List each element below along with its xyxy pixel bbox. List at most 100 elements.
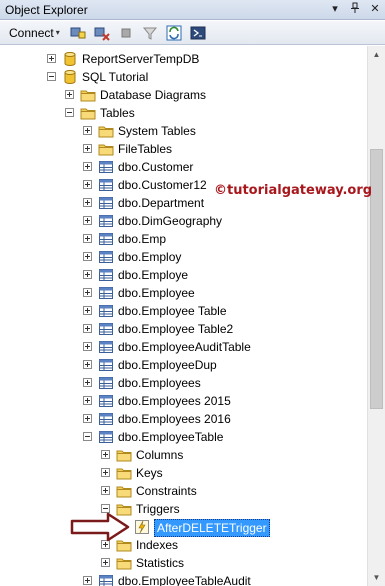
tree-node[interactable]: Statistics [0,554,366,572]
auto-hide-pin-icon[interactable] [349,2,361,16]
tree-node[interactable]: Columns [0,446,366,464]
expand-icon[interactable] [65,90,74,99]
tree-node-label[interactable]: SQL Tutorial [82,69,148,85]
tree-node[interactable]: dbo.Employees 2016 [0,410,366,428]
tree-node[interactable]: dbo.Emp [0,230,366,248]
collapse-icon[interactable] [47,72,56,81]
tree-node-label[interactable]: Statistics [136,555,184,571]
expand-icon[interactable] [83,126,92,135]
tree-node[interactable]: dbo.Customer [0,158,366,176]
tree-node-label[interactable]: dbo.Department [118,195,204,211]
tree-node-label[interactable]: Constraints [136,483,197,499]
tree-node[interactable]: dbo.Employee Table [0,302,366,320]
tree-node-label[interactable]: Database Diagrams [100,87,206,103]
expand-icon[interactable] [83,270,92,279]
tree-node[interactable]: dbo.EmployeeDup [0,356,366,374]
tree-node[interactable]: dbo.Employe [0,266,366,284]
tree-node[interactable]: dbo.Employees 2015 [0,392,366,410]
tree-node-label[interactable]: dbo.Employees 2016 [118,411,231,427]
tree-node[interactable]: System Tables [0,122,366,140]
expand-icon[interactable] [83,396,92,405]
expand-icon[interactable] [83,180,92,189]
close-icon[interactable]: ✕ [369,2,381,16]
expand-icon[interactable] [83,252,92,261]
refresh-icon[interactable] [165,24,183,42]
scroll-up-arrow-icon[interactable]: ▲ [368,46,385,63]
tree-node-label[interactable]: ReportServerTempDB [82,51,199,67]
start-powershell-icon[interactable] [189,24,207,42]
tree-node-label[interactable]: dbo.EmployeeTableAudit [118,573,251,586]
tree-node-label[interactable]: dbo.DimGeography [118,213,222,229]
expand-icon[interactable] [47,54,56,63]
tree-node-label[interactable]: dbo.Customer [118,159,193,175]
expand-icon[interactable] [101,468,110,477]
tree-node[interactable]: FileTables [0,140,366,158]
tree-node[interactable]: dbo.EmployeeAuditTable [0,338,366,356]
expand-icon[interactable] [83,576,92,585]
tree-node-label[interactable]: dbo.Employees 2015 [118,393,231,409]
connect-button[interactable]: Connect ▾ [6,23,63,43]
expand-icon[interactable] [83,342,92,351]
filter-icon[interactable] [141,24,159,42]
tree-node[interactable]: dbo.Employee [0,284,366,302]
tree-node[interactable]: dbo.EmployeeTableAudit [0,572,366,586]
folder-icon [98,141,114,157]
expand-icon[interactable] [101,486,110,495]
tree-node-label[interactable]: dbo.EmployeeTable [118,429,223,445]
tree-node[interactable]: Indexes [0,536,366,554]
vertical-scrollbar[interactable]: ▲ ▼ [367,46,385,586]
tree-node-label[interactable]: Tables [100,105,135,121]
tree-node[interactable]: Constraints [0,482,366,500]
tree-node[interactable]: dbo.Employ [0,248,366,266]
tree-node-label[interactable]: Columns [136,447,183,463]
expand-icon[interactable] [101,558,110,567]
tree-node-label[interactable]: dbo.Employees [118,375,201,391]
tree-node-label[interactable]: dbo.Employee Table [118,303,227,319]
collapse-icon[interactable] [83,432,92,441]
collapse-icon[interactable] [65,108,74,117]
tree-node[interactable]: dbo.Employee Table2 [0,320,366,338]
tree-node-label[interactable]: dbo.Employee Table2 [118,321,233,337]
tree-node[interactable]: dbo.DimGeography [0,212,366,230]
tree-node-label[interactable]: dbo.Employe [118,267,188,283]
connect-object-explorer-icon[interactable] [69,24,87,42]
stop-icon[interactable] [117,24,135,42]
tree-node-label[interactable]: dbo.Employee [118,285,195,301]
tree-node-label[interactable]: dbo.EmployeeDup [118,357,217,373]
scroll-down-arrow-icon[interactable]: ▼ [368,569,385,586]
tree-node-label[interactable]: dbo.EmployeeAuditTable [118,339,251,355]
tree-node[interactable]: dbo.Employees [0,374,366,392]
expand-icon[interactable] [83,414,92,423]
tree-node-label[interactable]: Keys [136,465,163,481]
tree-node[interactable]: Keys [0,464,366,482]
disconnect-icon[interactable] [93,24,111,42]
expand-icon[interactable] [83,360,92,369]
window-position-dropdown-icon[interactable]: ▾ [329,2,341,16]
tree-node[interactable]: AfterDELETETrigger [0,518,366,537]
tree-node[interactable]: SQL Tutorial [0,68,366,86]
tree-node-label[interactable]: dbo.Customer12 [118,177,207,193]
expand-icon[interactable] [83,288,92,297]
tree-node[interactable]: Database Diagrams [0,86,366,104]
expand-icon[interactable] [83,144,92,153]
tree-node-label[interactable]: Indexes [136,537,178,553]
tree-node[interactable]: Triggers [0,500,366,518]
expand-icon[interactable] [83,162,92,171]
tree-node[interactable]: Tables [0,104,366,122]
expand-icon[interactable] [101,450,110,459]
tree-node-label-selected[interactable]: AfterDELETETrigger [154,519,270,537]
tree-node-label[interactable]: System Tables [118,123,196,139]
tree-node[interactable]: ReportServerTempDB [0,50,366,68]
tree-node-label[interactable]: dbo.Emp [118,231,166,247]
expand-icon[interactable] [83,324,92,333]
expand-icon[interactable] [83,198,92,207]
expand-icon[interactable] [83,378,92,387]
tree-node-label[interactable]: Triggers [136,501,180,517]
expand-icon[interactable] [83,306,92,315]
tree-node-label[interactable]: FileTables [118,141,172,157]
tree-node[interactable]: dbo.EmployeeTable [0,428,366,446]
expand-icon[interactable] [83,234,92,243]
chevron-down-icon[interactable]: ▾ [56,28,60,37]
tree-node-label[interactable]: dbo.Employ [118,249,181,265]
expand-icon[interactable] [83,216,92,225]
